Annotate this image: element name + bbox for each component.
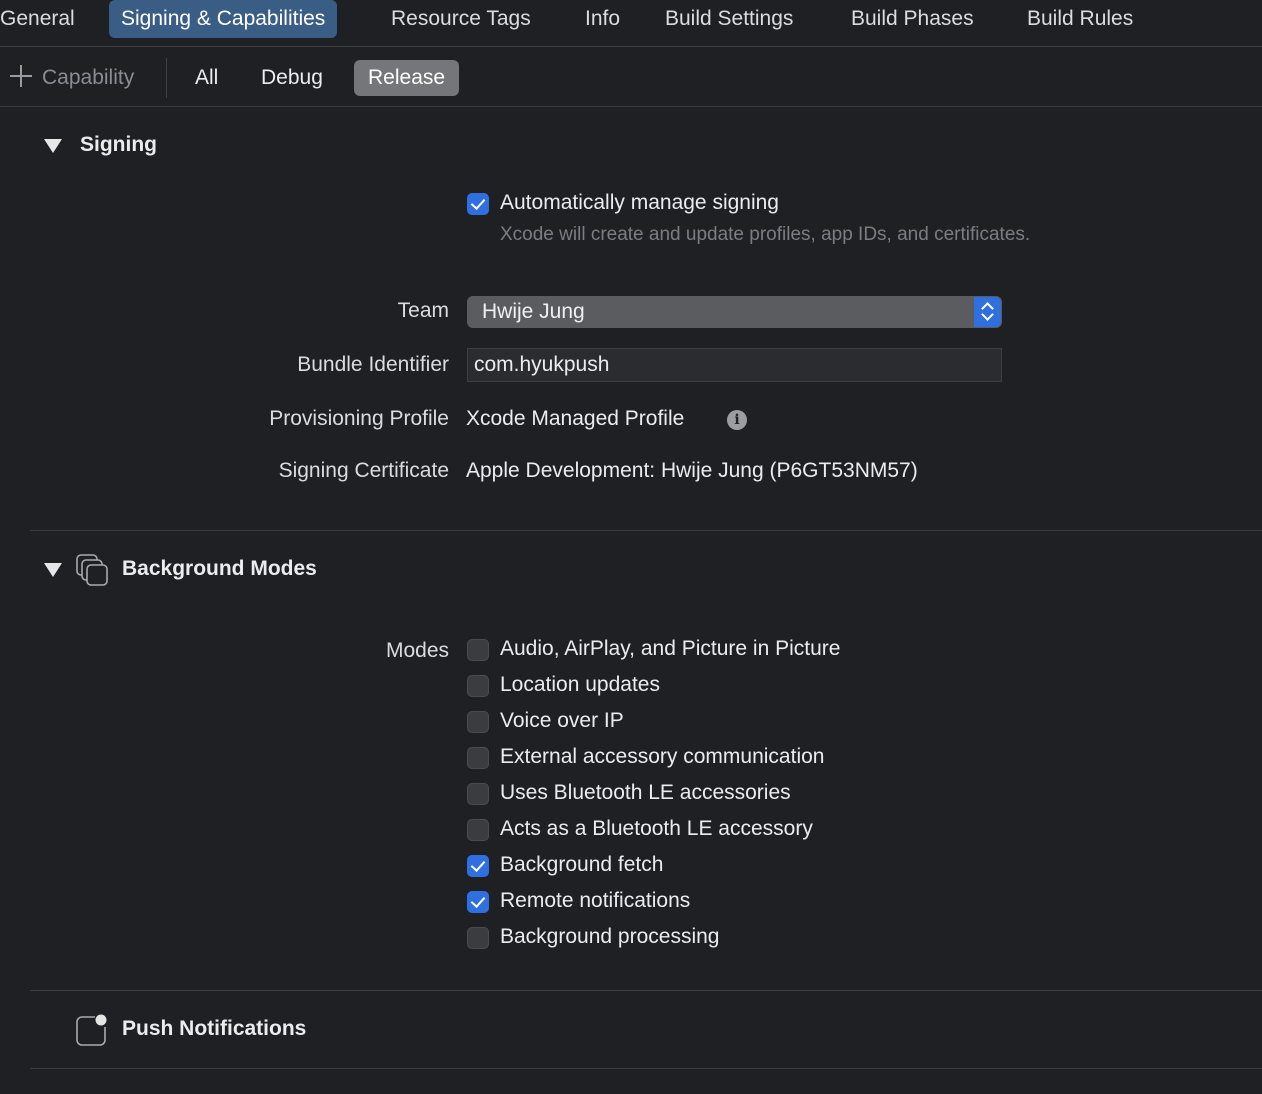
signing-certificate-value: Apple Development: Hwije Jung (P6GT53NM5… — [466, 459, 918, 482]
team-popup-value: Hwije Jung — [482, 300, 585, 323]
toolbar-divider — [166, 58, 167, 98]
provisioning-profile-value: Xcode Managed Profile — [466, 407, 685, 430]
updown-chevron-icon[interactable] — [974, 297, 1001, 327]
tab-resource-tags[interactable]: Resource Tags — [379, 0, 543, 38]
mode-label-background-fetch: Background fetch — [500, 853, 664, 876]
mode-label-bluetooth-central: Uses Bluetooth LE accessories — [500, 781, 791, 804]
mode-label-external-accessory: External accessory communication — [500, 745, 825, 768]
plus-icon — [10, 65, 32, 87]
mode-checkbox-background-fetch[interactable] — [467, 855, 489, 877]
config-release-button[interactable]: Release — [354, 60, 460, 96]
section-divider — [30, 990, 1262, 991]
tab-build-settings[interactable]: Build Settings — [653, 0, 805, 38]
mode-label-location: Location updates — [500, 673, 660, 696]
background-modes-icon — [76, 554, 108, 586]
auto-manage-signing-label: Automatically manage signing — [500, 191, 779, 214]
add-capability-label: Capability — [42, 66, 135, 89]
signing-disclosure-triangle-icon[interactable] — [44, 139, 62, 153]
modes-label: Modes — [385, 639, 449, 662]
auto-manage-signing-hint: Xcode will create and update profiles, a… — [500, 224, 1031, 245]
mode-checkbox-remote-notifications[interactable] — [467, 891, 489, 913]
config-debug-button[interactable]: Debug — [247, 60, 337, 96]
tab-build-phases[interactable]: Build Phases — [839, 0, 986, 38]
push-notifications-icon — [76, 1014, 107, 1046]
tab-general[interactable]: General — [0, 0, 87, 38]
mode-checkbox-location[interactable] — [467, 675, 489, 697]
mode-checkbox-bluetooth-peripheral[interactable] — [467, 819, 489, 841]
bundle-identifier-value[interactable]: com.hyukpush — [474, 348, 609, 382]
mode-label-voip: Voice over IP — [500, 709, 624, 732]
config-all-button[interactable]: All — [181, 60, 232, 96]
provisioning-profile-label: Provisioning Profile — [269, 407, 449, 430]
info-icon[interactable]: i — [727, 410, 747, 430]
mode-label-bluetooth-peripheral: Acts as a Bluetooth LE accessory — [500, 817, 813, 840]
team-label: Team — [397, 299, 449, 322]
auto-manage-signing-checkbox[interactable] — [467, 193, 489, 215]
bundle-identifier-label: Bundle Identifier — [297, 353, 449, 376]
mode-checkbox-bluetooth-central[interactable] — [467, 783, 489, 805]
mode-label-audio: Audio, AirPlay, and Picture in Picture — [500, 637, 841, 660]
tab-build-rules[interactable]: Build Rules — [1015, 0, 1145, 38]
signing-section-title: Signing — [80, 133, 157, 156]
mode-checkbox-background-processing[interactable] — [467, 927, 489, 949]
section-divider — [30, 1068, 1262, 1069]
signing-certificate-label: Signing Certificate — [278, 459, 449, 482]
add-capability-button[interactable]: Capability — [10, 62, 134, 94]
tab-signing-capabilities[interactable]: Signing & Capabilities — [109, 0, 338, 38]
tab-info[interactable]: Info — [573, 0, 632, 38]
background-modes-section-title: Background Modes — [122, 557, 317, 580]
mode-checkbox-audio[interactable] — [467, 639, 489, 661]
push-notifications-section-title: Push Notifications — [122, 1017, 307, 1040]
mode-checkbox-external-accessory[interactable] — [467, 747, 489, 769]
mode-checkbox-voip[interactable] — [467, 711, 489, 733]
mode-label-remote-notifications: Remote notifications — [500, 889, 691, 912]
section-divider — [30, 530, 1262, 531]
mode-label-background-processing: Background processing — [500, 925, 720, 948]
background-modes-disclosure-triangle-icon[interactable] — [44, 563, 62, 577]
